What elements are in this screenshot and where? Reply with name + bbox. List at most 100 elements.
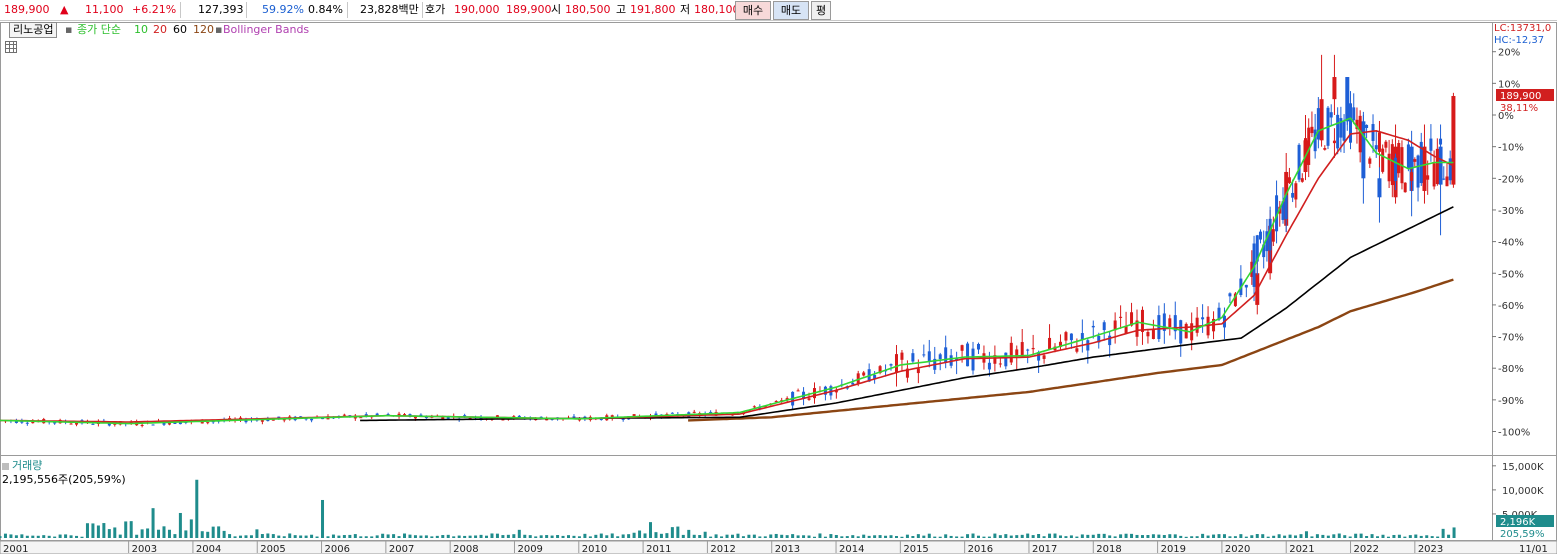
volume-bar: [9, 534, 13, 538]
candle-body: [1332, 77, 1337, 100]
volume-bar: [1283, 535, 1287, 538]
volume-bar: [812, 536, 816, 538]
legend-bollinger[interactable]: Bollinger Bands: [223, 23, 309, 37]
candle-body: [1026, 349, 1030, 351]
volume-bar: [1430, 536, 1434, 538]
volume-bar: [1124, 533, 1128, 538]
volume-bar: [310, 534, 314, 538]
y-tick-label: -30%: [1498, 206, 1524, 217]
volume-bar: [916, 534, 920, 538]
volume-bar: [725, 534, 729, 538]
volume-bar: [1414, 534, 1418, 538]
volume-bar: [403, 533, 407, 538]
volume-bar: [709, 536, 713, 538]
volume-bar: [424, 535, 428, 538]
volume-bar: [178, 512, 182, 538]
volume-bar: [960, 536, 964, 538]
legend-ma-title[interactable]: 종가 단순: [77, 23, 121, 37]
candle-body: [1422, 180, 1426, 188]
legend-ma120[interactable]: 120: [193, 23, 214, 37]
legend-ma20[interactable]: 20: [153, 23, 167, 37]
candle-body: [1031, 347, 1035, 350]
volume-bar: [1392, 534, 1396, 538]
volume-bar: [463, 535, 467, 538]
candle-body: [25, 422, 29, 424]
volume-bar: [1130, 533, 1134, 538]
candle-body: [1316, 108, 1320, 140]
ma60-line: [360, 206, 1454, 422]
volume-bar: [911, 536, 915, 538]
candle-body: [151, 424, 155, 426]
y-tick-label: -40%: [1498, 238, 1524, 249]
volume-bar: [53, 536, 57, 538]
candle-body: [1119, 316, 1123, 318]
volume-bar: [1037, 533, 1041, 538]
volume-bar: [545, 535, 549, 538]
stock-name[interactable]: 리노공업: [9, 22, 58, 38]
volume-title[interactable]: 거래량: [12, 459, 42, 472]
volume-bar: [966, 534, 970, 538]
x-tick-label: 2012: [710, 544, 735, 554]
legend-ma60[interactable]: 60: [173, 23, 187, 37]
volume-bar: [900, 536, 904, 538]
volume-bar: [1233, 536, 1237, 538]
candle-body: [1291, 192, 1295, 198]
y-tick-label: 20%: [1498, 48, 1520, 59]
volume-bar: [654, 532, 658, 538]
volume-bar: [222, 530, 226, 538]
volume-legend: 거래량 2,195,556주(205,59%): [2, 459, 126, 487]
volume-bar: [517, 529, 521, 538]
volume-bar: [1009, 535, 1013, 538]
volume-bar: [856, 536, 860, 538]
volume-bar: [736, 533, 740, 538]
volume-bar: [239, 535, 243, 538]
candle-body: [1406, 144, 1410, 168]
volume-bar: [1146, 535, 1150, 538]
volume-bar: [107, 529, 111, 538]
x-tick-label: 2006: [325, 544, 350, 554]
volume-bar: [1261, 534, 1265, 538]
volume-bar: [282, 536, 286, 538]
volume-bar: [162, 526, 166, 538]
candle-body: [987, 362, 991, 370]
legend-ma10[interactable]: 10: [134, 23, 148, 37]
x-tick-label: 2020: [1225, 544, 1250, 554]
candle-body: [971, 348, 975, 371]
volume-bar: [752, 534, 756, 538]
volume-bar: [873, 535, 877, 538]
volume-bar: [435, 535, 439, 538]
volume-bar: [1222, 534, 1226, 538]
candle-body: [1368, 158, 1372, 164]
candle-body: [1086, 340, 1090, 351]
candle-body: [938, 354, 942, 360]
volume-bar: [1250, 535, 1254, 538]
x-tick-label: 2023: [1418, 544, 1443, 554]
volume-bar: [681, 534, 685, 538]
volume-bar: [659, 533, 663, 538]
volume-bar: [976, 535, 980, 538]
volume-bar: [353, 534, 357, 538]
volume-bar: [638, 530, 642, 538]
volume-bar: [364, 536, 368, 538]
x-tick-label: 2008: [453, 544, 478, 554]
volume-bar: [277, 535, 281, 538]
volume-bar: [884, 535, 888, 538]
volume-bar: [331, 534, 335, 538]
x-tick-label: 2022: [1354, 544, 1379, 554]
volume-bar: [1266, 536, 1270, 538]
volume-bar: [271, 534, 275, 538]
volume-bar: [1365, 536, 1369, 538]
x-tick-label: 2005: [260, 544, 285, 554]
candle-body: [1445, 176, 1449, 187]
volume-bar: [47, 535, 51, 538]
grid-icon[interactable]: [5, 41, 17, 53]
volume-bar: [206, 531, 210, 538]
volume-bar: [31, 535, 35, 538]
volume-bar: [25, 535, 29, 538]
x-end-label: 11/01: [1519, 544, 1548, 554]
price-chart[interactable]: 20%10%0%-10%-20%-30%-40%-50%-60%-70%-80%…: [0, 0, 1557, 554]
volume-bar: [1304, 531, 1308, 538]
candle-body: [889, 364, 893, 366]
candle-body: [692, 411, 696, 413]
x-tick-label: 2014: [839, 544, 864, 554]
